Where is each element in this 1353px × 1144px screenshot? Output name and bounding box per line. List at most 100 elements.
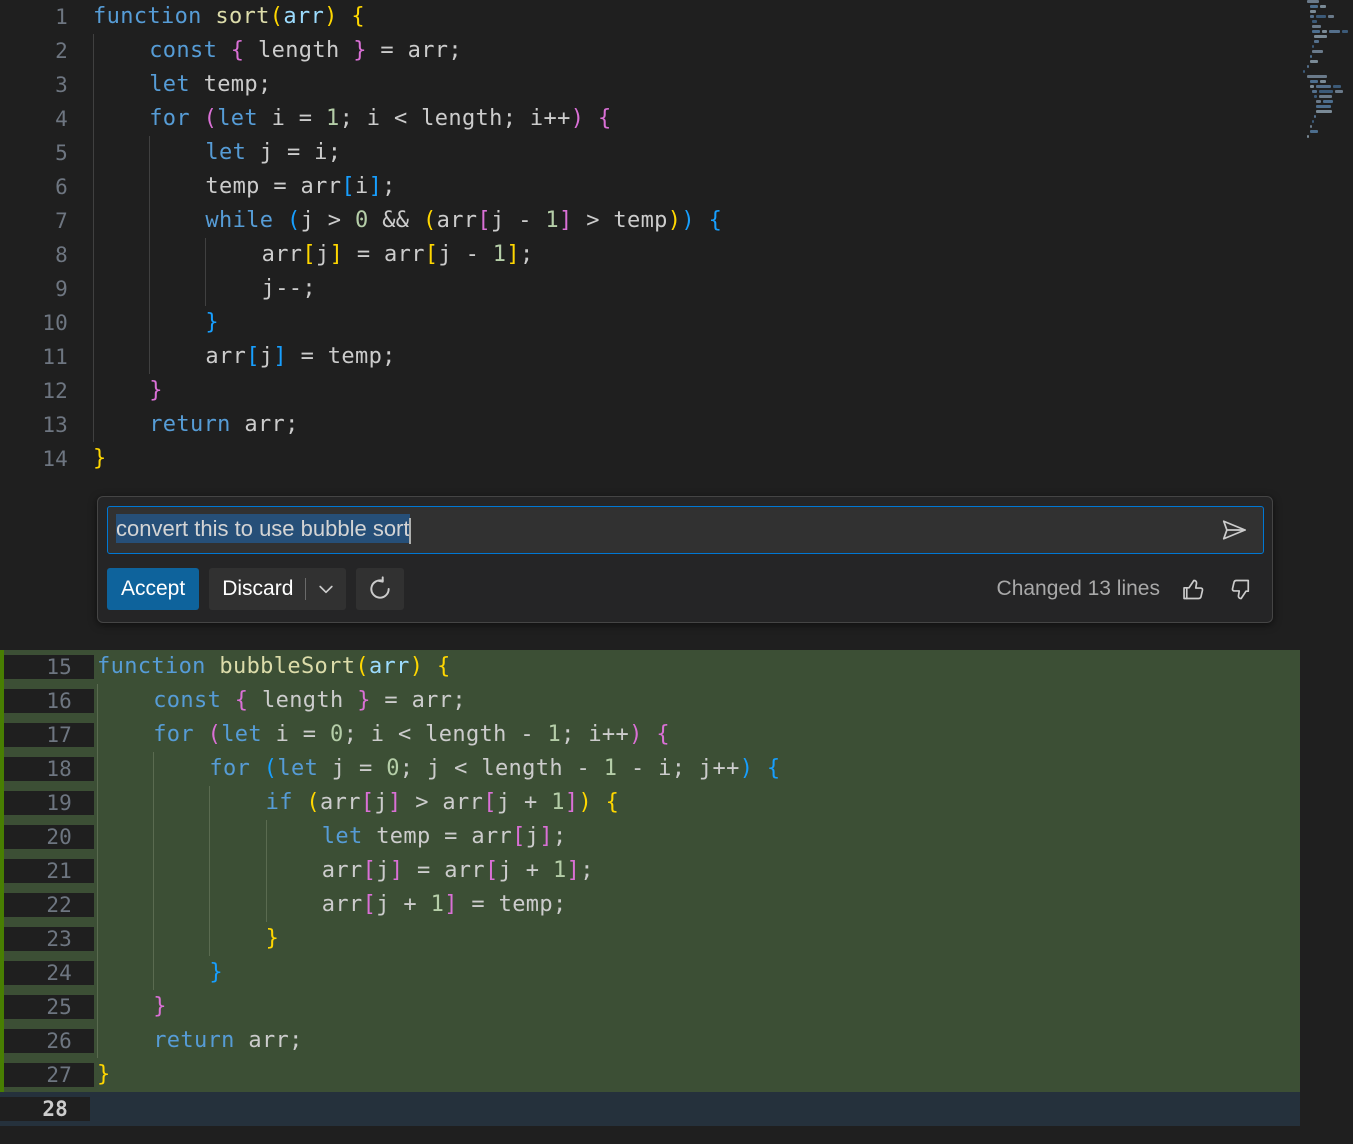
code-line[interactable]: 16 const { length } = arr; (4, 684, 1300, 718)
code-token: j + (496, 790, 552, 815)
indent-guide (97, 1024, 98, 1058)
code-token: 1 (545, 208, 559, 233)
code-line-content: for (let i = 0; i < length - 1; i++) { (94, 718, 1300, 752)
minimap-line (1300, 5, 1353, 9)
code-token: > arr (401, 790, 484, 815)
code-line[interactable]: 20 let temp = arr[j]; (4, 820, 1300, 854)
code-line[interactable]: 18 for (let j = 0; j < length - 1 - i; j+… (4, 752, 1300, 786)
code-line[interactable]: 28 (0, 1092, 1300, 1126)
chat-input[interactable]: convert this to use bubble sort (108, 514, 1212, 544)
code-line[interactable]: 8 arr[j] = arr[j - 1]; (0, 238, 1300, 272)
code-line[interactable]: 3 let temp; (0, 68, 1300, 102)
code-token: { (230, 38, 245, 63)
line-number: 7 (55, 209, 68, 233)
code-line[interactable]: 12} (0, 374, 1300, 408)
code-line[interactable]: 26 return arr; (4, 1024, 1300, 1058)
indent-guide (97, 786, 98, 820)
code-token: arr (320, 790, 361, 815)
code-line-content: } (94, 990, 1300, 1024)
line-number: 5 (55, 141, 68, 165)
code-line[interactable]: 19 if (arr[j] > arr[j + 1]) { (4, 786, 1300, 820)
code-token: { (234, 688, 249, 713)
code-block-suggestion[interactable]: 15 function bubbleSort(arr) {16 const { le… (0, 650, 1300, 1092)
indent-guide (97, 956, 98, 990)
code-line-content: let temp; (90, 68, 1300, 102)
chevron-down-icon[interactable] (306, 568, 346, 610)
accept-button[interactable]: Accept (107, 568, 200, 610)
code-token: const (149, 38, 218, 63)
code-line[interactable]: 2 const { length } = arr; (0, 34, 1300, 68)
code-line[interactable]: 1 function sort(arr) { (0, 0, 1300, 34)
code-line[interactable]: 24} (4, 956, 1300, 990)
inline-chat-widget: convert this to use bubble sort Accept D… (97, 496, 1273, 623)
chat-input-container[interactable]: convert this to use bubble sort (107, 506, 1264, 554)
indent-guide (149, 136, 151, 170)
code-line[interactable]: 7 while (j > 0 && (arr[j - 1] > temp)) { (0, 204, 1300, 238)
code-token: } (209, 960, 223, 985)
code-token: bubbleSort (219, 654, 356, 679)
code-line[interactable]: 15 function bubbleSort(arr) { (4, 650, 1300, 684)
code-line[interactable]: 11 arr[j] = temp; (0, 340, 1300, 374)
code-block-original[interactable]: 1 function sort(arr) {2 const { length } =… (0, 0, 1300, 476)
code-line[interactable]: 25} (4, 990, 1300, 1024)
code-token: ) (324, 4, 338, 29)
code-token: [ (362, 858, 377, 883)
code-token: = arr (403, 858, 485, 883)
code-token: > temp (572, 208, 668, 233)
code-token: j > (300, 208, 355, 233)
code-token: ] (273, 344, 288, 369)
minimap-token (1319, 80, 1326, 83)
code-line[interactable]: 22 arr[j + 1] = temp; (4, 888, 1300, 922)
line-number: 16 (4, 689, 94, 713)
code-line[interactable]: 21 arr[j] = arr[j + 1]; (4, 854, 1300, 888)
indent-guide (209, 820, 211, 854)
thumbs-up-icon[interactable] (1178, 574, 1208, 604)
thumbs-down-icon[interactable] (1226, 574, 1256, 604)
code-token: [ (477, 208, 491, 233)
code-line[interactable]: 23} (4, 922, 1300, 956)
code-token: for (209, 756, 251, 781)
code-token: 1 (553, 858, 567, 883)
code-token: [ (302, 242, 316, 267)
code-token: { (605, 790, 620, 815)
line-number: 23 (4, 927, 94, 951)
code-line[interactable]: 6 temp = arr[i]; (0, 170, 1300, 204)
chat-toolbar: Accept Discard Changed 13 lines (107, 564, 1264, 614)
minimap-token (1309, 85, 1315, 88)
minimap-token (1309, 125, 1312, 128)
code-line[interactable]: 14} (0, 442, 1300, 476)
minimap-token (1332, 85, 1341, 88)
discard-button[interactable]: Discard (209, 568, 347, 610)
code-token: j = (318, 756, 387, 781)
indent-guide (265, 854, 267, 888)
regenerate-button[interactable] (356, 568, 405, 610)
minimap-token (1303, 70, 1305, 73)
minimap-token (1318, 90, 1333, 93)
indent-guide (265, 888, 267, 922)
code-token: } (357, 688, 371, 713)
minimap-token (1307, 65, 1310, 68)
code-line-content: arr[j] = temp; (90, 340, 1300, 374)
code-line[interactable]: 27} (4, 1058, 1300, 1092)
code-token: ) (570, 106, 585, 131)
code-line[interactable]: 17 for (let i = 0; i < length - 1; i++) { (4, 718, 1300, 752)
code-token: ( (269, 4, 284, 29)
minimap-line (1300, 20, 1353, 24)
code-line[interactable]: 13 return arr; (0, 408, 1300, 442)
code-token: ; i++ (561, 722, 630, 747)
send-icon[interactable] (1212, 510, 1258, 550)
code-token: ) (667, 208, 682, 233)
minimap[interactable] (1300, 0, 1353, 1144)
code-line[interactable]: 5 let j = i; (0, 136, 1300, 170)
code-line[interactable]: 9 j--; (0, 272, 1300, 306)
code-line[interactable]: 4 for (let i = 1; i < length; i++) { (0, 102, 1300, 136)
current-line-region[interactable]: 28 (0, 1092, 1300, 1126)
indent-guide (153, 820, 155, 854)
code-token: ] (444, 892, 458, 917)
code-line[interactable]: 10} (0, 306, 1300, 340)
